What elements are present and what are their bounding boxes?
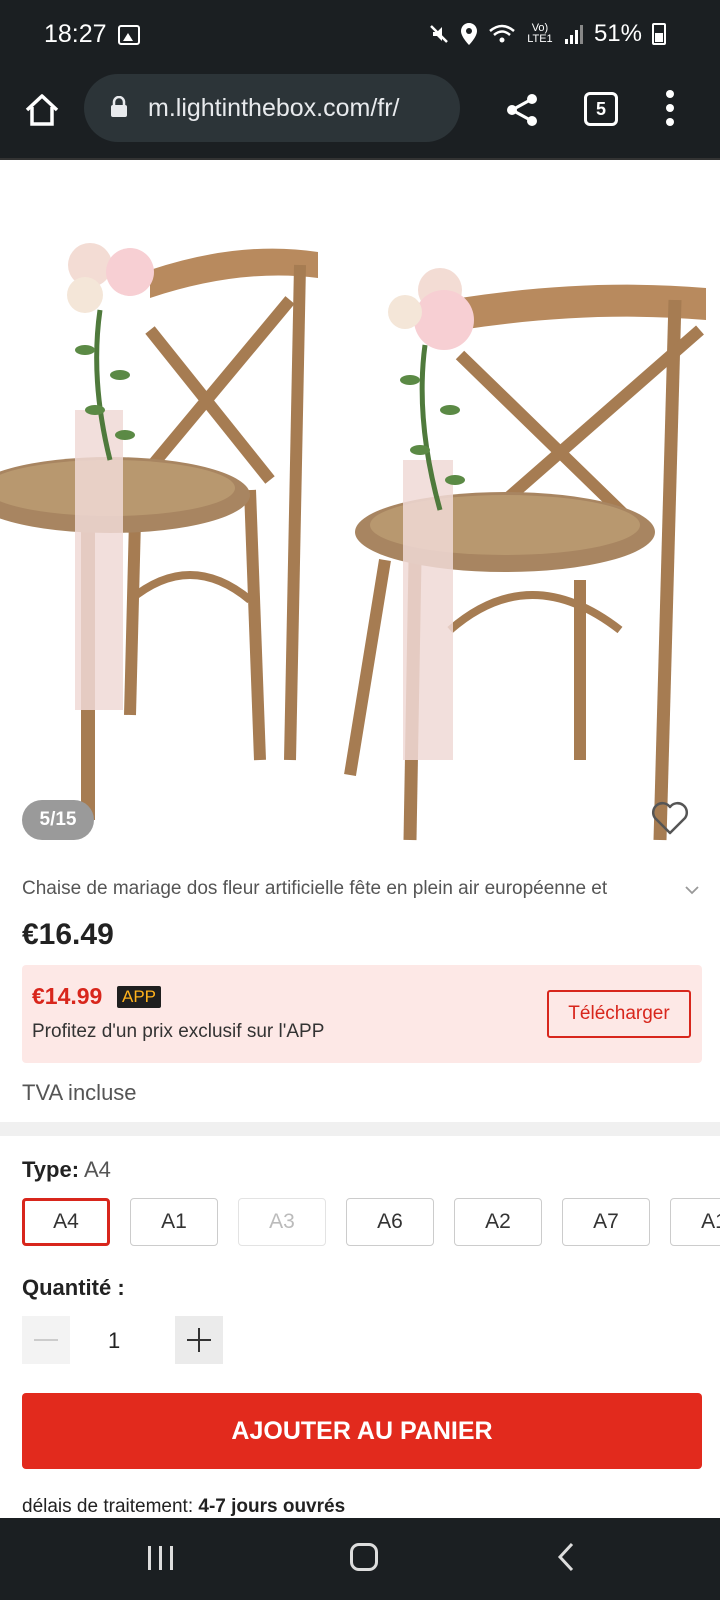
product-photo <box>0 243 706 841</box>
home-icon[interactable] <box>22 90 62 130</box>
quantity-value[interactable]: 1 <box>108 1328 120 1354</box>
type-label: Type: A4 <box>22 1157 111 1183</box>
product-price: €16.49 <box>22 918 114 951</box>
type-option-a1[interactable]: A1 <box>130 1198 218 1246</box>
type-label-title: Type: <box>22 1157 80 1182</box>
mute-icon <box>430 25 448 43</box>
product-title: Chaise de mariage dos fleur artificielle… <box>22 878 662 900</box>
type-selected-value: A4 <box>83 1157 111 1182</box>
download-app-button[interactable]: Télécharger <box>547 990 691 1038</box>
processing-time: délais de traitement: 4-7 jours ouvrés <box>22 1496 345 1518</box>
type-option-a3[interactable]: A3 <box>238 1198 326 1246</box>
gallery-notification-icon <box>118 25 140 45</box>
status-icons: Vo) LTE1 51% <box>428 20 666 48</box>
right-chair-illustration <box>344 268 706 841</box>
type-option-a2[interactable]: A2 <box>454 1198 542 1246</box>
section-divider <box>0 1122 720 1136</box>
network-label: Vo) LTE1 <box>527 22 553 45</box>
type-option-a1-more[interactable]: A1 <box>670 1198 720 1246</box>
app-badge: APP <box>117 986 162 1008</box>
processing-value: 4-7 jours ouvrés <box>198 1496 346 1517</box>
processing-label: délais de traitement: <box>22 1496 194 1517</box>
app-promo-text: Profitez d'un prix exclusif sur l'APP <box>32 1021 325 1042</box>
type-option-a6[interactable]: A6 <box>346 1198 434 1246</box>
product-title-row[interactable]: Chaise de mariage dos fleur artificielle… <box>22 878 702 906</box>
tax-note: TVA incluse <box>22 1080 137 1105</box>
image-counter: 5/15 <box>22 800 94 840</box>
quantity-decrease-button[interactable] <box>22 1316 70 1364</box>
type-options: A4 A1 A3 A6 A2 A7 A1 <box>22 1198 720 1248</box>
recent-apps-icon[interactable] <box>148 1544 176 1572</box>
product-image-carousel[interactable]: 5/15 <box>0 160 720 860</box>
chevron-down-icon[interactable] <box>684 882 700 898</box>
battery-icon <box>652 23 666 45</box>
address-bar[interactable]: m.lightinthebox.com/fr/ <box>84 74 460 142</box>
back-icon[interactable] <box>556 1542 576 1572</box>
browser-toolbar: m.lightinthebox.com/fr/ 5 <box>0 72 720 160</box>
battery-percent: 51% <box>593 20 642 47</box>
lock-icon <box>111 96 127 117</box>
tab-switcher-button[interactable]: 5 <box>584 92 618 126</box>
quantity-increase-button[interactable] <box>175 1316 223 1364</box>
status-bar: 18:27 Vo) LTE1 51% <box>0 0 720 72</box>
status-time: 18:27 <box>44 20 107 48</box>
app-price: €14.99 <box>32 983 103 1009</box>
system-nav-bar <box>0 1518 720 1600</box>
wifi-icon <box>489 24 515 43</box>
left-chair-illustration <box>0 243 318 820</box>
add-to-cart-button[interactable]: AJOUTER AU PANIER <box>22 1393 702 1469</box>
signal-icon <box>564 25 583 44</box>
type-option-a4[interactable]: A4 <box>22 1198 110 1246</box>
home-nav-icon[interactable] <box>350 1543 378 1571</box>
quantity-label: Quantité : <box>22 1275 125 1300</box>
share-icon[interactable] <box>504 92 540 128</box>
overflow-menu-icon[interactable] <box>664 90 676 130</box>
type-option-a7[interactable]: A7 <box>562 1198 650 1246</box>
heart-icon[interactable] <box>650 800 690 836</box>
location-icon <box>460 23 477 45</box>
url-text: m.lightinthebox.com/fr/ <box>148 94 400 122</box>
app-promo-banner: €14.99 APP Profitez d'un prix exclusif s… <box>22 965 702 1063</box>
